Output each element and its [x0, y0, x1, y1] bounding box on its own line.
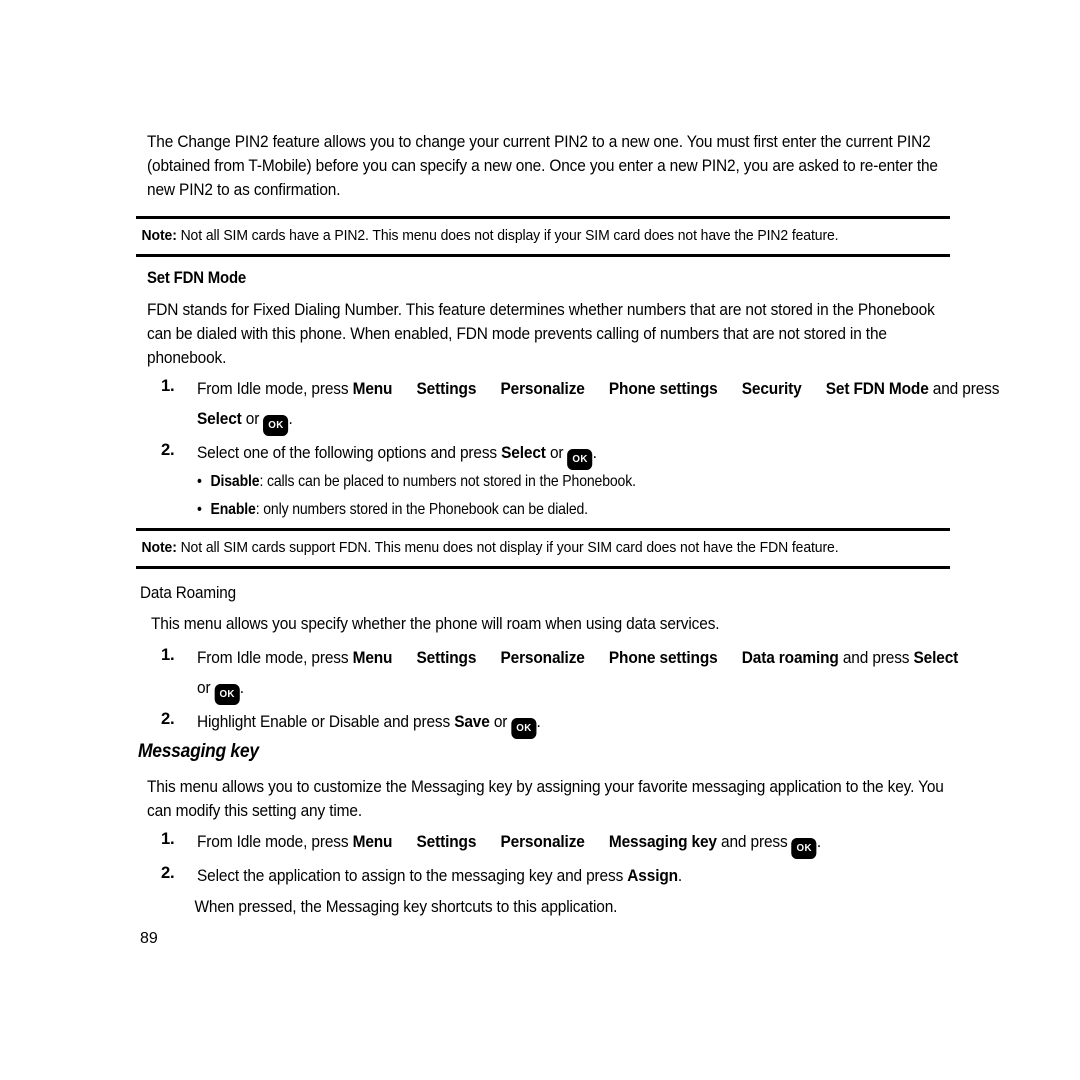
step-lead: From Idle mode, press: [197, 648, 353, 667]
step-text: From Idle mode, press Menu Settings Person…: [197, 643, 1021, 673]
note-label: Note:: [141, 539, 177, 556]
option-description: : calls can be placed to numbers not sto…: [259, 473, 636, 490]
fdn-option-list: Disable: calls can be placed to numbers …: [197, 468, 997, 524]
heading-data-roaming: Data Roaming: [140, 583, 236, 602]
nav-term-settings: Settings: [416, 832, 477, 851]
step-lead: From Idle mode, press: [197, 832, 353, 851]
nav-term-security: Security: [741, 379, 802, 398]
step-item: 2. Select one of the following options a…: [161, 438, 1021, 470]
period: .: [592, 443, 597, 462]
or-text: or: [197, 678, 215, 697]
nav-term-phone-settings: Phone settings: [608, 648, 718, 667]
ok-key-icon: OK: [791, 838, 817, 859]
fdn-paragraph: FDN stands for Fixed Dialing Number. Thi…: [147, 300, 935, 367]
nav-term-data-roaming: Data roaming: [741, 648, 839, 667]
ok-key-icon: OK: [567, 449, 593, 470]
step-lead: From Idle mode, press: [197, 379, 353, 398]
step-text: Select one of the following options and …: [197, 438, 1021, 470]
period: .: [677, 866, 683, 885]
step-number: 1.: [161, 376, 175, 395]
nav-term-menu: Menu: [352, 832, 393, 851]
nav-term-personalize: Personalize: [500, 379, 585, 398]
softkey-label-assign: Assign: [627, 866, 678, 885]
nav-term-set-fdn-mode: Set FDN Mode: [825, 379, 929, 398]
or-text: or: [545, 443, 568, 462]
intro-paragraph: The Change PIN2 feature allows you to ch…: [147, 132, 938, 199]
nav-term-personalize: Personalize: [500, 832, 585, 851]
option-term: Enable: [210, 501, 256, 518]
step-text: Select the application to assign to the …: [197, 861, 1021, 891]
nav-term-personalize: Personalize: [500, 648, 585, 667]
heading-set-fdn-mode: Set FDN Mode: [147, 268, 247, 287]
list-item: Enable: only numbers stored in the Phone…: [197, 496, 1010, 524]
step-text-continued: or OK.: [197, 673, 1021, 705]
note-body: Not all SIM cards support FDN. This menu…: [180, 539, 839, 556]
period: .: [536, 712, 541, 731]
step-tail: and press: [928, 379, 1000, 398]
period: .: [816, 832, 821, 851]
step-number: 2.: [161, 440, 175, 459]
softkey-label-save: Save: [454, 712, 490, 731]
step-list-fdn: 1. From Idle mode, press Menu Settings Per…: [161, 374, 1021, 472]
step-tail: and press: [716, 832, 792, 851]
step-text: Highlight Enable or Disable and press Sa…: [197, 707, 1021, 739]
period: .: [239, 678, 244, 697]
step-number: 2.: [161, 709, 175, 728]
step-item: 1. From Idle mode, press Menu Settings Per…: [161, 374, 1021, 436]
step-item: 1. From Idle mode, press Menu Settings Per…: [161, 827, 1021, 859]
note-box-pin2: Note: Not all SIM cards have a PIN2. Thi…: [136, 216, 950, 257]
note-text: Note: Not all SIM cards support FDN. Thi…: [136, 538, 954, 558]
ok-key-icon: OK: [511, 718, 537, 739]
step-item: 2. Select the application to assign to t…: [161, 861, 1021, 891]
step-text: From Idle mode, press Menu Settings Person…: [197, 827, 1021, 859]
step-number: 1.: [161, 645, 175, 664]
list-item: Disable: calls can be placed to numbers …: [197, 468, 1010, 496]
step-lead: Highlight Enable or Disable and press: [197, 712, 455, 731]
softkey-label-select: Select: [501, 443, 546, 462]
step-lead: Select the application to assign to the …: [197, 866, 628, 885]
step-number: 2.: [161, 863, 175, 882]
step-list-data-roaming: 1. From Idle mode, press Menu Settings Per…: [161, 643, 1021, 741]
note-label: Note:: [141, 227, 177, 244]
heading-messaging-key: Messaging key: [138, 741, 259, 762]
or-text: or: [489, 712, 512, 731]
nav-term-messaging-key: Messaging key: [608, 832, 717, 851]
manual-page: The Change PIN2 feature allows you to ch…: [0, 0, 1080, 1080]
ok-key-icon: OK: [214, 684, 240, 705]
step-item: 2. Highlight Enable or Disable and press…: [161, 707, 1021, 739]
note-body: Not all SIM cards have a PIN2. This menu…: [180, 227, 839, 244]
softkey-label-select: Select: [197, 409, 242, 428]
note-box-fdn: Note: Not all SIM cards support FDN. Thi…: [136, 528, 950, 569]
softkey-label-select: Select: [913, 648, 959, 667]
messaging-key-paragraph: This menu allows you to customize the Me…: [147, 777, 944, 820]
page-number: 89: [140, 930, 158, 947]
step-text: From Idle mode, press Menu Settings Person…: [197, 374, 1021, 436]
option-term: Disable: [210, 473, 260, 490]
step-item: 1. From Idle mode, press Menu Settings Per…: [161, 643, 1021, 705]
nav-term-settings: Settings: [416, 648, 477, 667]
option-description: : only numbers stored in the Phonebook c…: [255, 501, 588, 518]
period: .: [288, 409, 293, 428]
step-tail: and press: [838, 648, 914, 667]
step-number: 1.: [161, 829, 175, 848]
or-text: or: [241, 409, 264, 428]
nav-term-menu: Menu: [352, 379, 393, 398]
step-note-text: When pressed, the Messaging key shortcut…: [194, 897, 618, 916]
ok-key-icon: OK: [263, 415, 289, 436]
nav-term-menu: Menu: [352, 648, 393, 667]
nav-term-phone-settings: Phone settings: [608, 379, 718, 398]
note-text: Note: Not all SIM cards have a PIN2. Thi…: [136, 226, 954, 246]
data-roaming-paragraph: This menu allows you specify whether the…: [151, 614, 720, 633]
nav-term-settings: Settings: [416, 379, 477, 398]
step-lead: Select one of the following options and …: [197, 443, 502, 462]
step-list-messaging-key: 1. From Idle mode, press Menu Settings Per…: [161, 827, 1021, 921]
